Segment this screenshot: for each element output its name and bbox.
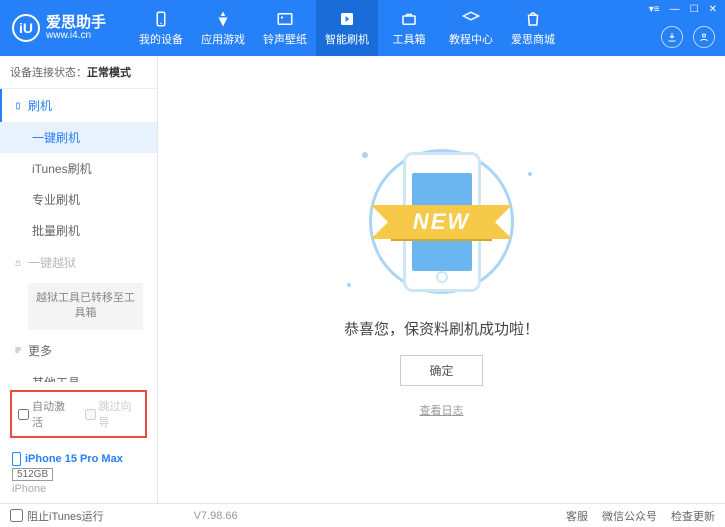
tutorial-icon <box>462 10 480 28</box>
skip-guide-checkbox[interactable]: 跳过向导 <box>85 398 140 430</box>
connection-status: 设备连接状态：正常模式 <box>0 56 157 89</box>
version-label: V7.98.66 <box>194 510 238 522</box>
nav-tutorial[interactable]: 教程中心 <box>440 0 502 56</box>
user-icon[interactable] <box>693 26 715 48</box>
sidebar-item-pro-flash[interactable]: 专业刷机 <box>0 184 157 215</box>
new-ribbon: NEW <box>391 205 492 239</box>
options-box: 自动激活 跳过向导 <box>10 390 147 438</box>
device-name: iPhone 15 Pro Max <box>25 453 123 465</box>
jailbreak-note: 越狱工具已转移至工具箱 <box>28 283 143 330</box>
nav-apps[interactable]: 应用游戏 <box>192 0 254 56</box>
apps-icon <box>214 10 232 28</box>
phone-icon <box>14 102 22 110</box>
block-itunes-checkbox[interactable]: 阻止iTunes运行 <box>10 508 104 524</box>
nav-shop[interactable]: 爱思商城 <box>502 0 564 56</box>
device-info: iPhone 15 Pro Max 512GB iPhone <box>0 446 157 503</box>
sidebar-group-jailbreak[interactable]: 一键越狱 <box>0 246 157 279</box>
flash-icon <box>338 10 356 28</box>
device-icon <box>152 10 170 28</box>
image-icon <box>276 10 294 28</box>
minimize-icon[interactable]: — <box>670 4 680 15</box>
nav-flash[interactable]: 智能刷机 <box>316 0 378 56</box>
app-url: www.i4.cn <box>46 30 106 42</box>
shop-icon <box>524 10 542 28</box>
window-controls: ▾≡ — ☐ ✕ <box>649 4 717 15</box>
logo-icon: iU <box>12 14 40 42</box>
lock-icon <box>14 259 22 267</box>
close-icon[interactable]: ✕ <box>709 4 717 15</box>
nav-toolbox[interactable]: 工具箱 <box>378 0 440 56</box>
app-title: 爱思助手 <box>46 15 106 30</box>
nav-ringtone[interactable]: 铃声壁纸 <box>254 0 316 56</box>
view-log-link[interactable]: 查看日志 <box>420 402 464 418</box>
maximize-icon[interactable]: ☐ <box>690 4 699 15</box>
sidebar-group-flash[interactable]: 刷机 <box>0 89 157 122</box>
download-icon[interactable] <box>661 26 683 48</box>
sidebar-group-more[interactable]: 更多 <box>0 334 157 367</box>
device-storage: 512GB <box>12 468 53 481</box>
sidebar-item-itunes-flash[interactable]: iTunes刷机 <box>0 153 157 184</box>
sidebar-item-other-tools[interactable]: 其他工具 <box>0 367 157 382</box>
device-phone-icon <box>12 452 21 466</box>
footer: 阻止iTunes运行 V7.98.66 客服 微信公众号 检查更新 <box>0 503 725 527</box>
ok-button[interactable]: 确定 <box>400 355 482 386</box>
device-model: iPhone <box>12 483 145 495</box>
footer-update[interactable]: 检查更新 <box>671 508 715 524</box>
top-nav: 我的设备 应用游戏 铃声壁纸 智能刷机 工具箱 教程中心 爱思商城 <box>130 0 564 56</box>
sidebar-item-oneclick-flash[interactable]: 一键刷机 <box>0 122 157 153</box>
sidebar-item-batch-flash[interactable]: 批量刷机 <box>0 215 157 246</box>
footer-support[interactable]: 客服 <box>566 508 588 524</box>
header: iU 爱思助手 www.i4.cn 我的设备 应用游戏 铃声壁纸 智能刷机 工具… <box>0 0 725 56</box>
list-icon <box>14 346 22 354</box>
toolbox-icon <box>400 10 418 28</box>
success-illustration: NEW <box>342 142 542 302</box>
nav-my-device[interactable]: 我的设备 <box>130 0 192 56</box>
logo[interactable]: iU 爱思助手 www.i4.cn <box>8 14 106 42</box>
menu-icon[interactable]: ▾≡ <box>649 4 660 15</box>
footer-wechat[interactable]: 微信公众号 <box>602 508 657 524</box>
sidebar: 设备连接状态：正常模式 刷机 一键刷机 iTunes刷机 专业刷机 批量刷机 一… <box>0 56 158 503</box>
main-content: NEW 恭喜您，保资料刷机成功啦！ 确定 查看日志 <box>158 56 725 503</box>
auto-activate-checkbox[interactable]: 自动激活 <box>18 398 73 430</box>
success-message: 恭喜您，保资料刷机成功啦！ <box>344 318 539 339</box>
